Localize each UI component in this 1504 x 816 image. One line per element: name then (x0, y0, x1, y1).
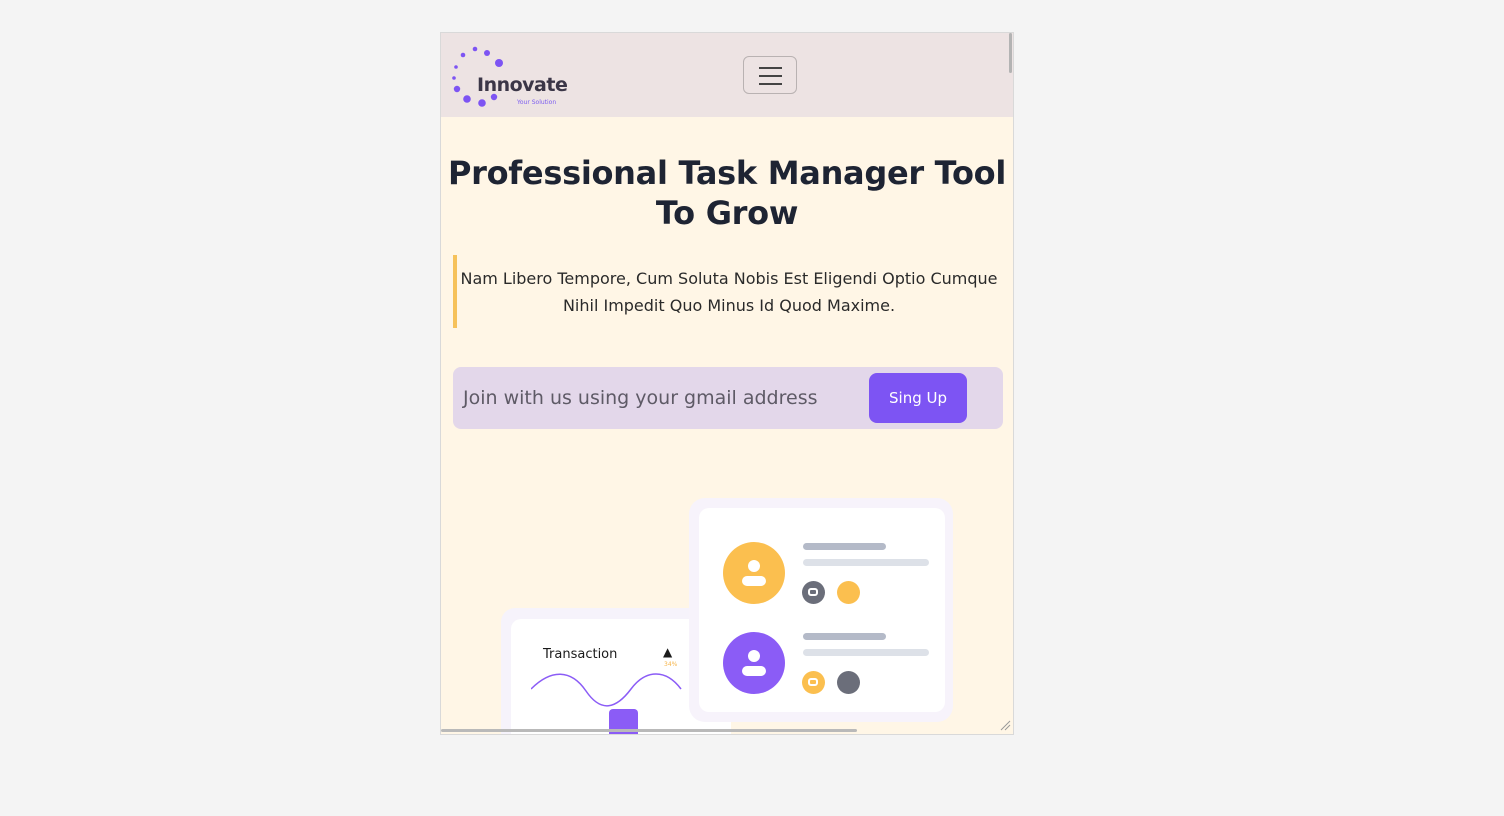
navbar-toggle-button[interactable] (743, 56, 797, 94)
horizontal-scrollbar[interactable] (441, 729, 857, 732)
transaction-label: Transaction (543, 647, 618, 662)
status-dot-icon (837, 671, 860, 694)
transaction-percent: 34% (664, 661, 678, 668)
resize-handle-icon[interactable] (999, 719, 1011, 731)
hero-title: Professional Task Manager Tool To Grow (447, 154, 1006, 232)
signup-button[interactable]: Sing Up (869, 373, 967, 423)
text-placeholder-line (803, 649, 929, 656)
chat-icon (802, 581, 825, 604)
hamburger-menu-icon (759, 67, 782, 69)
brand-logo[interactable]: Innovate Your Solution (451, 45, 568, 107)
navbar: Innovate Your Solution (441, 33, 1013, 117)
email-input[interactable]: Join with us using your gmail address (463, 367, 818, 429)
text-placeholder-line (803, 543, 886, 550)
users-card (699, 508, 945, 712)
trend-up-icon: ▲ (663, 645, 673, 659)
text-placeholder-line (803, 559, 929, 566)
browser-viewport: Innovate Your Solution Professional Task… (440, 32, 1014, 735)
hero-quote: Nam Libero Tempore, Cum Soluta Nobis Est… (453, 255, 1001, 328)
avatar-user-icon (723, 542, 785, 604)
chat-icon (802, 671, 825, 694)
signup-form: Join with us using your gmail address Si… (453, 367, 1003, 429)
status-dot-icon (837, 581, 860, 604)
vertical-scrollbar[interactable] (1009, 33, 1012, 73)
brand-name: Innovate (477, 74, 568, 96)
brand-tagline: Your Solution (517, 99, 557, 106)
text-placeholder-line (803, 633, 886, 640)
avatar-user-icon (723, 632, 785, 694)
